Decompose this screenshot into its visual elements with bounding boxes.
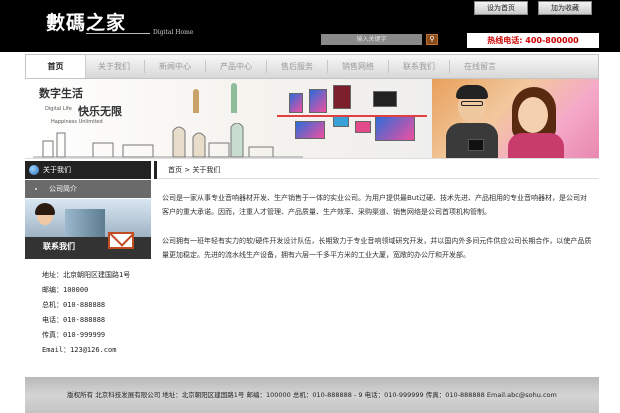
- hero-banner: 数字生活 Digital Life 快乐无限 Happiness Unlimit…: [25, 79, 599, 159]
- sidebar-section-header: 关于我们: [25, 161, 151, 179]
- banner-title-2: 快乐无限: [78, 105, 122, 118]
- contact-title: 联系我们: [43, 242, 75, 251]
- envelope-icon: [108, 232, 134, 249]
- breadcrumb: 首页 > 关于我们: [154, 161, 599, 179]
- phone-icon: [289, 93, 303, 113]
- breadcrumb-text[interactable]: 首页 > 关于我们: [168, 161, 220, 179]
- red-accent-line: [277, 115, 427, 117]
- globe-icon: [29, 165, 39, 175]
- contact-switchboard: 总机：010-888888: [42, 301, 106, 309]
- logo-divider: [86, 33, 150, 34]
- nav-item-news[interactable]: 新闻中心: [145, 55, 205, 78]
- set-home-button[interactable]: 设为首页: [474, 1, 528, 15]
- breadcrumb-marker: [154, 161, 157, 179]
- building-image: [65, 209, 105, 237]
- contact-phone: 电话：010-888888: [42, 316, 106, 324]
- nav-item-products[interactable]: 产品中心: [206, 55, 266, 78]
- device-icon: [355, 121, 371, 133]
- person-shape: [508, 133, 564, 158]
- tablet-icon: [309, 89, 327, 113]
- nav-item-sales-network[interactable]: 销售网络: [328, 55, 388, 78]
- contact-banner[interactable]: 联系我们: [25, 199, 151, 259]
- search-icon: ⚲: [429, 35, 435, 43]
- search-button[interactable]: ⚲: [426, 34, 438, 45]
- sidebar-item-label: 公司简介: [49, 185, 77, 193]
- camera-icon: [468, 139, 484, 151]
- site-footer: 版权所有 北京科技发展有限公司 地址：北京朝阳区建国路1号 邮编：100000 …: [25, 377, 599, 413]
- banner-title-1: 数字生活: [39, 87, 83, 100]
- sidebar-section-title: 关于我们: [43, 166, 71, 174]
- bullet-icon: [35, 188, 37, 190]
- nav-item-guestbook[interactable]: 在线留言: [450, 55, 510, 78]
- contact-address: 地址：北京朝阳区建国路1号: [42, 271, 131, 279]
- banner-en-1: Digital Life: [45, 106, 72, 112]
- main-nav: 首页 关于我们 新闻中心 产品中心 售后服务 销售网络 联系我们 在线留言: [25, 54, 599, 79]
- nav-item-home[interactable]: 首页: [26, 55, 86, 78]
- logo-subtitle: Digital Home: [153, 29, 194, 36]
- person-face: [518, 97, 548, 133]
- contact-postcode: 邮编：100000: [42, 286, 89, 294]
- glasses-shape: [461, 101, 483, 106]
- hotline-banner: 热线电话: 400-800000: [467, 33, 599, 48]
- add-favorite-button[interactable]: 加为收藏: [538, 1, 592, 15]
- contact-fax: 传真：010-999999: [42, 331, 106, 339]
- about-paragraph-1: 公司是一家从事专业音响器材开发、生产销售于一体的实业公司。为用户提供最But过硬…: [162, 194, 587, 216]
- tower-shape: [193, 89, 199, 113]
- person-hair: [456, 85, 488, 99]
- city-illustration: [33, 123, 303, 158]
- person-hair: [35, 203, 55, 215]
- about-paragraph-2: 公司拥有一班年轻有实力的软/硬件开发设计队伍，长期致力于专业音响领域研究开发，并…: [162, 237, 592, 259]
- banner-photo-people: [432, 79, 599, 158]
- footer-text: 版权所有 北京科技发展有限公司 地址：北京朝阳区建国路1号 邮编：100000 …: [67, 391, 557, 399]
- laptop-icon: [295, 121, 325, 139]
- tower-shape: [231, 83, 237, 113]
- music-player-icon: [333, 85, 351, 109]
- sidebar-item-company-profile[interactable]: 公司简介: [25, 180, 151, 198]
- contact-email: Email：123@126.com: [42, 346, 117, 354]
- nav-item-contact[interactable]: 联系我们: [389, 55, 449, 78]
- camera-icon: [373, 91, 397, 107]
- nav-item-about[interactable]: 关于我们: [84, 55, 144, 78]
- search-input[interactable]: 输入关键字: [321, 34, 422, 45]
- logo-title[interactable]: 數碼之家: [46, 8, 126, 35]
- monitor-icon: [375, 115, 415, 141]
- nav-item-service[interactable]: 售后服务: [267, 55, 327, 78]
- site-header: 數碼之家 Digital Home 设为首页 加为收藏 输入关键字 ⚲ 热线电话…: [0, 0, 620, 52]
- contact-info: 地址：北京朝阳区建国路1号 邮编：100000 总机：010-888888 电话…: [42, 268, 130, 358]
